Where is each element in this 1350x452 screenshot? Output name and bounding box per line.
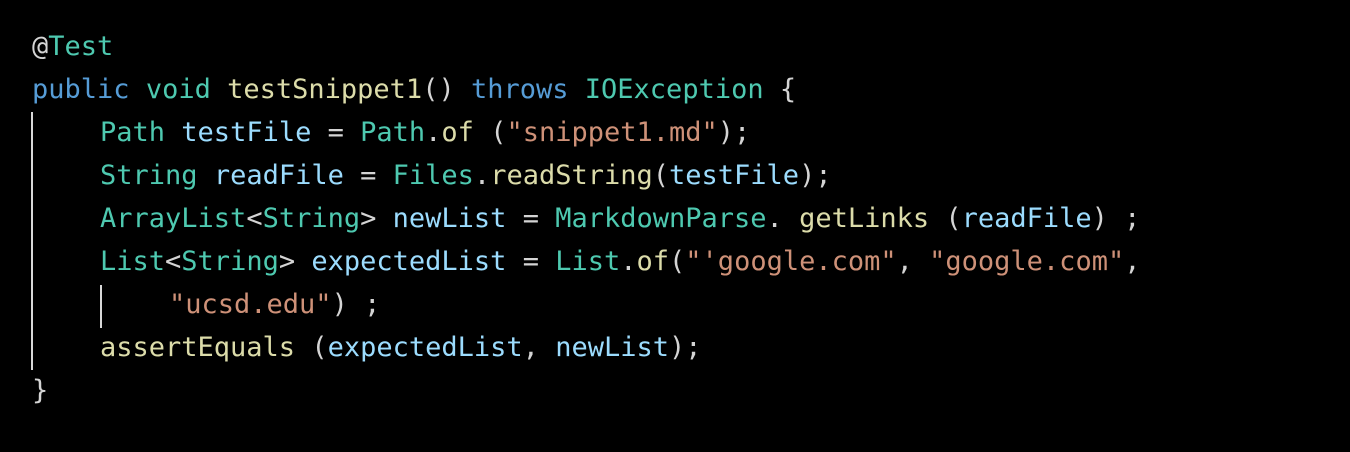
annotation-at: @ (32, 31, 49, 62)
argument: readFile (961, 203, 1092, 234)
class-name: Path (360, 117, 426, 148)
keyword-void: void (145, 74, 211, 105)
separator: , (522, 332, 556, 363)
type-name: List (100, 246, 166, 277)
dot: . (620, 246, 637, 277)
assign-operator: = (311, 117, 361, 148)
method-call: assertEquals (100, 332, 296, 363)
class-name: List (555, 246, 621, 277)
open-brace: { (779, 74, 797, 105)
dot: . (425, 117, 442, 148)
variable-name: readFile (213, 160, 344, 191)
type-name: String (100, 160, 198, 191)
open-paren: ( (929, 203, 962, 234)
generic-close: > (360, 203, 393, 234)
keyword-throws: throws (470, 74, 569, 105)
close-paren: ); (799, 160, 832, 191)
code-line: "ucsd.edu") ; (32, 283, 380, 326)
open-paren: ( (652, 160, 670, 191)
variable-name: expectedList (311, 246, 507, 277)
argument: testFile (669, 160, 800, 191)
argument: expectedList (327, 332, 523, 363)
close-paren: ) ; (1091, 203, 1141, 234)
argument: newList (555, 332, 669, 363)
code-line: ArrayList<String> newList = MarkdownPars… (32, 197, 1140, 240)
code-line: Path testFile = Path.of ("snippet1.md"); (32, 111, 750, 154)
string-literal: "google.com" (929, 246, 1125, 277)
type-name: ArrayList (100, 203, 247, 234)
assign-operator: = (343, 160, 393, 191)
close-paren: ) ; (331, 289, 381, 320)
code-editor[interactable]: @Test public void testSnippet1() throws … (0, 0, 1350, 452)
class-name: MarkdownParse (555, 203, 767, 234)
class-name: Files (392, 160, 474, 191)
type-name: Path (100, 117, 166, 148)
code-line: public void testSnippet1() throws IOExce… (32, 68, 796, 111)
generic-open: < (165, 246, 182, 277)
open-paren: ( (295, 332, 328, 363)
exception-type: IOException (584, 74, 764, 105)
variable-name: newList (392, 203, 507, 234)
annotation-name: Test (48, 31, 114, 62)
code-line: assertEquals (expectedList, newList); (32, 326, 702, 369)
method-call: of (441, 117, 474, 148)
open-paren: ( (473, 117, 507, 148)
generic-close: > (278, 246, 312, 277)
close-paren: ); (668, 332, 702, 363)
separator: , (896, 246, 930, 277)
assign-operator: = (506, 246, 556, 277)
string-literal: "'google.com" (685, 246, 897, 277)
generic-type: String (181, 246, 279, 277)
assign-operator: = (506, 203, 556, 234)
code-line: String readFile = Files.readString(testF… (32, 154, 832, 197)
string-literal: "snippet1.md" (506, 117, 718, 148)
dot: . (766, 203, 800, 234)
string-literal: "ucsd.edu" (169, 289, 332, 320)
method-parens: () (422, 74, 471, 105)
method-name: testSnippet1 (227, 74, 423, 105)
code-line: } (32, 369, 48, 412)
open-paren: ( (669, 246, 686, 277)
trailing-comma: , (1124, 246, 1141, 277)
code-line: @Test (32, 25, 113, 68)
method-call: readString (490, 160, 653, 191)
dot: . (473, 160, 491, 191)
generic-type: String (262, 203, 361, 234)
method-call: of (636, 246, 670, 277)
close-paren: ); (717, 117, 751, 148)
close-brace: } (32, 375, 49, 406)
method-call: getLinks (799, 203, 930, 234)
keyword-public: public (32, 74, 130, 105)
code-line: List<String> expectedList = List.of("'go… (32, 240, 1140, 283)
variable-name: testFile (181, 117, 312, 148)
generic-open: < (246, 203, 263, 234)
